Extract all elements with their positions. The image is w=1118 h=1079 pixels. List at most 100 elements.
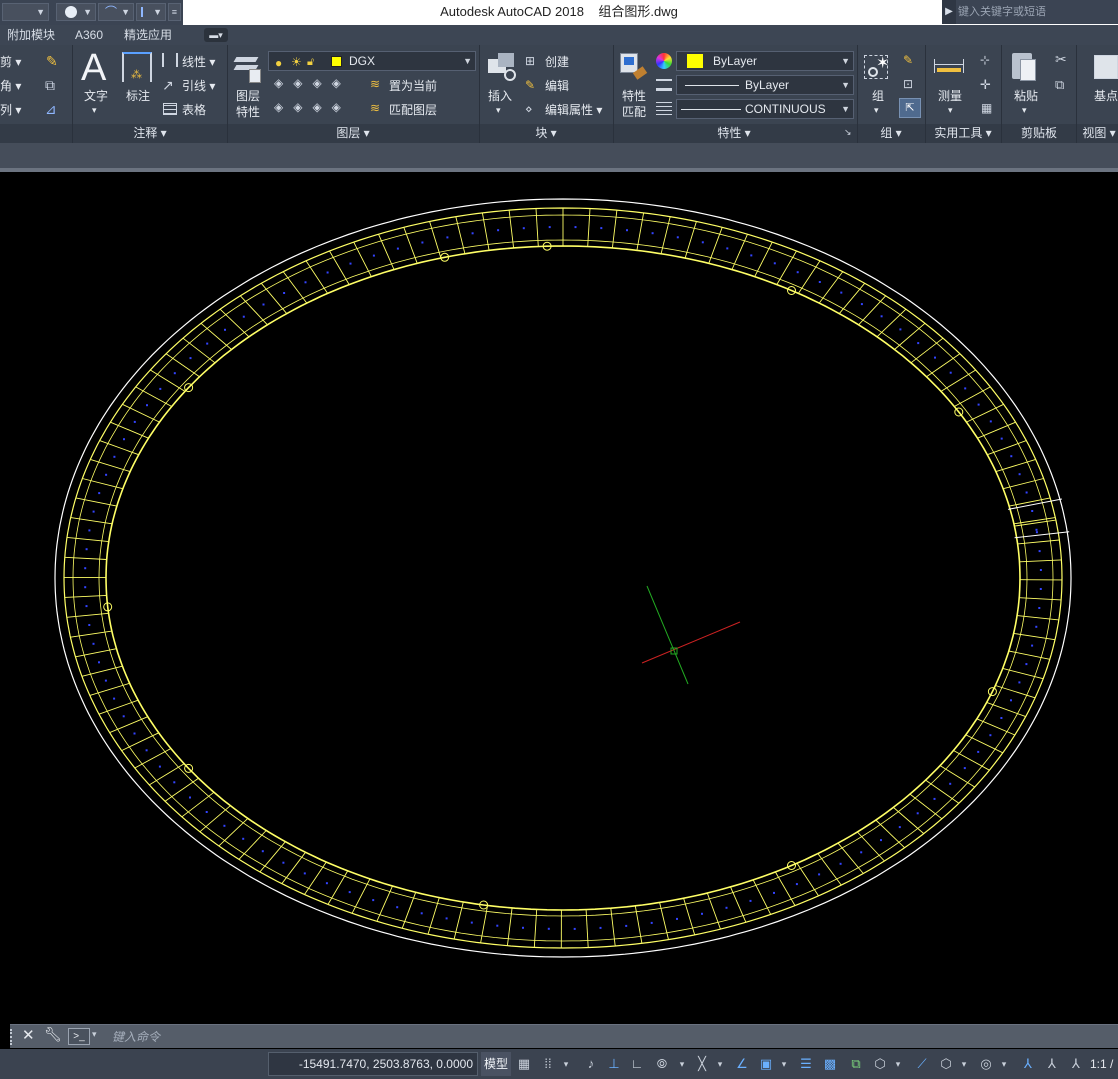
- color-dropdown[interactable]: ByLayer ▼: [676, 51, 854, 71]
- modify-fillet[interactable]: 角 ▾: [0, 79, 21, 93]
- layer-properties-icon[interactable]: [233, 53, 263, 83]
- panel-toggle-button[interactable]: ▬▾: [204, 28, 228, 42]
- match-layer-button[interactable]: 匹配图层: [389, 103, 437, 117]
- layer-dropdown[interactable]: ● ☀ 🔓︎ DGX ▼: [268, 51, 476, 71]
- calculator-icon[interactable]: ▦: [981, 101, 992, 115]
- linetype-dropdown[interactable]: CONTINUOUS ▼: [676, 99, 854, 119]
- drawing-canvas[interactable]: [0, 172, 1118, 1023]
- tab-a360[interactable]: A360: [75, 25, 103, 45]
- grip-icon[interactable]: [10, 1029, 16, 1045]
- tab-featured-apps[interactable]: 精选应用: [124, 25, 172, 45]
- annotation-scale-icon[interactable]: ⅄: [1066, 1055, 1086, 1073]
- paste-button[interactable]: 粘贴: [1014, 89, 1038, 103]
- paste-icon[interactable]: [1012, 51, 1038, 83]
- measure-icon[interactable]: [934, 59, 964, 73]
- match-properties-label-2[interactable]: 匹配: [622, 105, 646, 119]
- lineweight-dropdown[interactable]: ByLayer ▼: [676, 75, 854, 95]
- base-view-icon[interactable]: [1094, 55, 1118, 79]
- object-snap-tracking-icon[interactable]: ∠: [732, 1055, 752, 1073]
- dimension-icon[interactable]: ⁂: [122, 52, 152, 82]
- lineweight-toggle-icon[interactable]: ☰: [796, 1055, 816, 1073]
- match-properties-icon[interactable]: [620, 53, 648, 83]
- 3d-osnap-icon[interactable]: ⬡: [870, 1055, 890, 1073]
- text-icon[interactable]: A: [81, 47, 106, 89]
- annotation-panel-label[interactable]: 注释 ▾: [73, 124, 227, 143]
- gizmo-icon[interactable]: ◎: [976, 1055, 996, 1073]
- pencil-icon[interactable]: ✎: [46, 53, 62, 69]
- polar-icon[interactable]: ⦾: [652, 1055, 672, 1073]
- object-snap-icon[interactable]: ▣: [756, 1055, 776, 1073]
- layer-tools-row-2[interactable]: ◈◈◈◈: [274, 100, 351, 114]
- dialog-launcher-icon[interactable]: ↘: [844, 127, 852, 138]
- wrench-icon[interactable]: 🔧︎: [44, 1026, 62, 1043]
- close-icon[interactable]: ✕: [22, 1026, 35, 1044]
- paste-dropdown[interactable]: ▾: [1022, 103, 1027, 117]
- group-icon[interactable]: ✶: [864, 53, 892, 83]
- block-panel-label[interactable]: 块 ▾: [480, 124, 612, 143]
- chevron-down-icon[interactable]: ▾: [92, 1029, 97, 1040]
- chevron-down-icon[interactable]: ▾: [958, 1055, 970, 1073]
- grid-icon[interactable]: ▦: [514, 1055, 534, 1073]
- make-current-button[interactable]: 置为当前: [389, 79, 437, 93]
- selection-cycling-icon[interactable]: ⧉: [846, 1055, 866, 1073]
- text-dropdown[interactable]: ▾: [92, 103, 97, 117]
- ungroup-icon[interactable]: ⊡: [903, 77, 913, 91]
- chevron-down-icon[interactable]: ▾: [778, 1055, 790, 1073]
- copy-icon[interactable]: ⧉: [1055, 77, 1064, 93]
- chevron-down-icon[interactable]: ▾: [998, 1055, 1010, 1073]
- scale-readout[interactable]: 1:1 /: [1090, 1055, 1118, 1073]
- drawing-svg[interactable]: [0, 172, 1118, 1023]
- insert-dropdown[interactable]: ▾: [496, 103, 501, 117]
- measure-dropdown[interactable]: ▾: [948, 103, 953, 117]
- chevron-down-icon[interactable]: ▾: [892, 1055, 904, 1073]
- dimension-button[interactable]: 标注: [126, 89, 150, 103]
- selection-filter-icon[interactable]: ⬡: [936, 1055, 956, 1073]
- chevron-down-icon[interactable]: ▾: [676, 1055, 688, 1073]
- insert-block-icon[interactable]: [486, 53, 516, 83]
- layers-panel-label[interactable]: 图层 ▾: [228, 124, 478, 143]
- groups-panel-label[interactable]: 组 ▾: [858, 124, 924, 143]
- text-button[interactable]: 文字: [84, 89, 108, 103]
- isodraft-icon[interactable]: ╳: [692, 1055, 712, 1073]
- linear-dim-button[interactable]: 线性 ▾: [182, 55, 215, 69]
- layer-tools-row-1[interactable]: ◈◈◈◈: [274, 76, 351, 90]
- clipboard-panel-label[interactable]: 剪贴板: [1002, 124, 1076, 143]
- create-block-button[interactable]: 创建: [545, 55, 569, 69]
- properties-panel-label[interactable]: 特性 ▾: [614, 124, 854, 143]
- modify-array[interactable]: 列 ▾: [0, 103, 21, 117]
- chevron-down-icon[interactable]: ▾: [714, 1055, 726, 1073]
- ortho-icon[interactable]: ∟: [628, 1055, 646, 1073]
- group-edit-icon[interactable]: ✎: [903, 53, 913, 67]
- point-icon[interactable]: ✛: [980, 77, 991, 93]
- insert-button[interactable]: 插入: [488, 89, 512, 103]
- snap-icon[interactable]: ⁞⁞: [538, 1055, 558, 1073]
- dynamic-ucs-icon[interactable]: ⟋: [912, 1055, 932, 1073]
- transparency-icon[interactable]: ▩: [820, 1055, 840, 1073]
- measure-button[interactable]: 测量: [938, 89, 962, 103]
- modify-trim[interactable]: 剪 ▾: [0, 55, 21, 69]
- annotation-visibility-icon[interactable]: ⅄: [1018, 1055, 1038, 1073]
- group-button[interactable]: 组: [872, 89, 884, 103]
- utilities-panel-label[interactable]: 实用工具 ▾: [926, 124, 1000, 143]
- group-dropdown[interactable]: ▾: [874, 103, 879, 117]
- coordinate-readout[interactable]: -15491.7470, 2503.8763, 0.0000: [268, 1052, 478, 1076]
- autoscale-icon[interactable]: ⅄: [1042, 1055, 1062, 1073]
- quick-select-icon[interactable]: ⊹: [980, 53, 990, 67]
- search-input[interactable]: 键入关键字或短语: [958, 3, 1118, 21]
- leader-button[interactable]: 引线 ▾: [182, 79, 215, 93]
- view-panel-label[interactable]: 视图 ▾: [1077, 124, 1118, 143]
- edit-attributes-button[interactable]: 编辑属性 ▾: [545, 103, 602, 117]
- match-properties-label-1[interactable]: 特性: [622, 89, 646, 103]
- infer-constraints-icon[interactable]: ♪: [582, 1055, 600, 1073]
- cut-icon[interactable]: ✂: [1055, 51, 1067, 68]
- base-button[interactable]: 基点: [1094, 89, 1118, 103]
- search-arrow-icon[interactable]: ▶: [942, 0, 956, 24]
- chevron-down-icon[interactable]: ▾: [560, 1055, 572, 1073]
- command-history-icon[interactable]: >_: [68, 1028, 90, 1045]
- table-button[interactable]: 表格: [182, 103, 206, 117]
- scale-icon[interactable]: ⧉: [45, 77, 61, 93]
- model-space-button[interactable]: 模型: [481, 1052, 511, 1076]
- command-input[interactable]: 键入命令: [112, 1029, 1012, 1045]
- offset-icon[interactable]: ⊿: [45, 101, 61, 117]
- edit-block-button[interactable]: 编辑: [545, 79, 569, 93]
